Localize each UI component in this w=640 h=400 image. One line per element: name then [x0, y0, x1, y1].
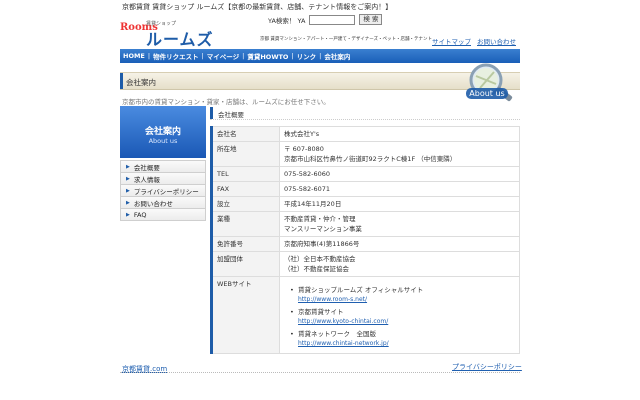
search-button[interactable]: 検 索	[359, 14, 383, 25]
row-value: 不動産賃貸・仲介・管理 マンスリーマンション事業	[279, 211, 520, 237]
table-row: TEL 075-582-6060	[210, 166, 520, 182]
main-nav: HOME | 物件リクエスト | マイページ | 賃貸HOWTO | リンク | 会社案内	[120, 49, 520, 63]
sidebar-item-jobs[interactable]: ▶ 求人情報	[120, 173, 206, 185]
nav-mypage[interactable]: マイページ	[207, 51, 239, 61]
table-row: 加盟団体 （社）全日本不動産協会 （社）不動産保証協会	[210, 251, 520, 277]
sidebar-item-label: 会社概要	[133, 163, 160, 172]
row-label: TEL	[210, 166, 280, 182]
sidebar-hero-title: 会社案内	[144, 127, 181, 137]
row-label: 会社名	[210, 126, 280, 142]
sidebar-item-label: プライバシーポリシー	[133, 187, 199, 196]
arrow-icon: ▶	[126, 199, 130, 206]
row-label: 所在地	[210, 141, 280, 167]
nav-separator: |	[147, 52, 151, 60]
table-row: FAX 075-582-6071	[210, 181, 520, 197]
website-item: 賃貸ネットワーク 全国版 http://www.chintai-network.…	[290, 329, 515, 349]
arrow-icon: ▶	[126, 211, 130, 218]
table-row: 設立 平成14年11月20日	[210, 196, 520, 212]
row-label: 設立	[210, 196, 280, 212]
sidebar-item-label: FAQ	[133, 210, 147, 219]
nav-company[interactable]: 会社案内	[324, 51, 350, 61]
table-row: 免許番号 京都府知事(4)第11866号	[210, 236, 520, 252]
magnifier-graphic: About us	[466, 63, 513, 102]
row-label: 免許番号	[210, 236, 280, 252]
row-label: WEBサイト	[210, 276, 280, 354]
table-row: 所在地 〒 607-8080 京都市山科区竹鼻竹ノ街道町92ラクトC棟1F （中…	[210, 141, 520, 167]
nav-separator: |	[201, 52, 204, 60]
nav-separator: |	[319, 52, 322, 60]
row-label: 加盟団体	[210, 251, 280, 277]
row-value: （社）全日本不動産協会 （社）不動産保証協会	[279, 251, 520, 277]
nav-separator: |	[291, 52, 294, 60]
table-row: 会社名 株式会社Y's	[210, 126, 520, 142]
row-value: 平成14年11月20日	[279, 196, 520, 212]
page: 京都賃貸 賃貸ショップ ルームズ【京都の最新賃貸、店舗、テナント情報をご案内！】…	[118, 0, 522, 400]
table-row: WEBサイト 賃貸ショップルームズ オフィシャルサイト http://www.r…	[210, 276, 520, 354]
address: 京都市山科区竹鼻竹ノ街道町92ラクトC棟1F （中信東隣）	[284, 155, 457, 163]
arrow-icon: ▶	[126, 187, 130, 194]
company-table: 会社名 株式会社Y's 所在地 〒 607-8080 京都市山科区竹鼻竹ノ街道町…	[210, 126, 520, 354]
association: （社）全日本不動産協会	[284, 255, 356, 263]
contact-link[interactable]: お問い合わせ	[477, 36, 516, 46]
section-title: 会社案内	[126, 78, 156, 87]
sidebar-item-privacy[interactable]: ▶ プライバシーポリシー	[120, 185, 206, 197]
website-item: 京都賃貸サイト http://www.kyoto-chintai.com/	[290, 307, 515, 327]
section-accent-bar	[120, 73, 123, 89]
sidebar-item-label: 求人情報	[133, 175, 160, 184]
website-name: 賃貸ショップルームズ オフィシャルサイト	[298, 286, 424, 294]
tagline: 京都 賃貸マンション・アパート・一戸建て・デザイナーズ・ペット・店舗・テナント	[260, 37, 433, 42]
row-label: FAX	[210, 181, 280, 197]
row-value: 〒 607-8080 京都市山科区竹鼻竹ノ街道町92ラクトC棟1F （中信東隣）	[279, 141, 520, 167]
logo[interactable]: Rooms 賃貸ショップ ルームズ	[120, 20, 220, 49]
nav-howto[interactable]: 賃貸HOWTO	[247, 51, 288, 61]
search-bar: YA検索！ YA 検 索	[268, 14, 383, 25]
sidebar-item-faq[interactable]: ▶ FAQ	[120, 209, 206, 221]
sidebar-hero: 会社案内 About us	[120, 106, 206, 158]
row-label: 業種	[210, 211, 280, 237]
sidebar-menu: ▶ 会社概要 ▶ 求人情報 ▶ プライバシーポリシー ▶ お問い合わせ ▶ FAQ	[120, 160, 206, 221]
row-value: 賃貸ショップルームズ オフィシャルサイト http://www.room-s.n…	[279, 276, 520, 354]
association: （社）不動産保証協会	[284, 265, 349, 273]
logo-main: ルームズ	[146, 30, 214, 49]
nav-separator: |	[242, 52, 245, 60]
about-us-badge: About us	[469, 89, 504, 98]
site-title: 京都賃貸 賃貸ショップ ルームズ【京都の最新賃貸、店舗、テナント情報をご案内！】	[122, 3, 393, 11]
website-item: 賃貸ショップルームズ オフィシャルサイト http://www.room-s.n…	[290, 285, 515, 305]
row-value: 075-582-6071	[279, 181, 520, 197]
business-line: マンスリーマンション事業	[284, 225, 362, 233]
nav-request[interactable]: 物件リクエスト	[153, 51, 199, 61]
search-label: YA検索！ YA	[268, 16, 306, 25]
nav-home[interactable]: HOME	[123, 52, 145, 60]
company-heading: 会社概要	[210, 106, 520, 120]
row-value: 株式会社Y's	[279, 126, 520, 142]
nav-links[interactable]: リンク	[297, 51, 317, 61]
website-link[interactable]: http://www.chintai-network.jp/	[298, 339, 515, 349]
website-link[interactable]: http://www.kyoto-chintai.com/	[298, 317, 515, 327]
row-value: 075-582-6060	[279, 166, 520, 182]
sidebar-item-contact[interactable]: ▶ お問い合わせ	[120, 197, 206, 209]
company-heading-title: 会社概要	[218, 111, 244, 119]
magnifier-icon: About us	[456, 62, 518, 106]
sidebar-item-label: お問い合わせ	[133, 199, 173, 208]
website-name: 京都賃貸サイト	[298, 308, 344, 316]
table-row: 業種 不動産賃貸・仲介・管理 マンスリーマンション事業	[210, 211, 520, 237]
search-input[interactable]	[309, 14, 356, 25]
top-links: サイトマップ お問い合わせ	[432, 36, 516, 46]
arrow-icon: ▶	[126, 175, 130, 182]
footer-privacy-link[interactable]: プライバシーポリシー	[452, 362, 522, 372]
website-name: 賃貸ネットワーク 全国版	[298, 330, 376, 338]
arrow-icon: ▶	[126, 163, 130, 170]
website-link[interactable]: http://www.room-s.net/	[298, 295, 515, 305]
row-value: 京都府知事(4)第11866号	[279, 236, 520, 252]
sidebar-hero-sub: About us	[148, 137, 178, 145]
footer-divider	[120, 372, 520, 373]
heading-accent-bar	[210, 107, 213, 119]
website-list: 賃貸ショップルームズ オフィシャルサイト http://www.room-s.n…	[284, 279, 515, 349]
intro-text: 京都市内の賃貸マンション・貸家・店舗は、ルームズにお任せ下さい。	[122, 98, 330, 106]
business-line: 不動産賃貸・仲介・管理	[284, 215, 356, 223]
sitemap-link[interactable]: サイトマップ	[432, 36, 471, 46]
postal-code: 〒 607-8080	[284, 145, 324, 153]
sidebar-item-overview[interactable]: ▶ 会社概要	[120, 161, 206, 173]
